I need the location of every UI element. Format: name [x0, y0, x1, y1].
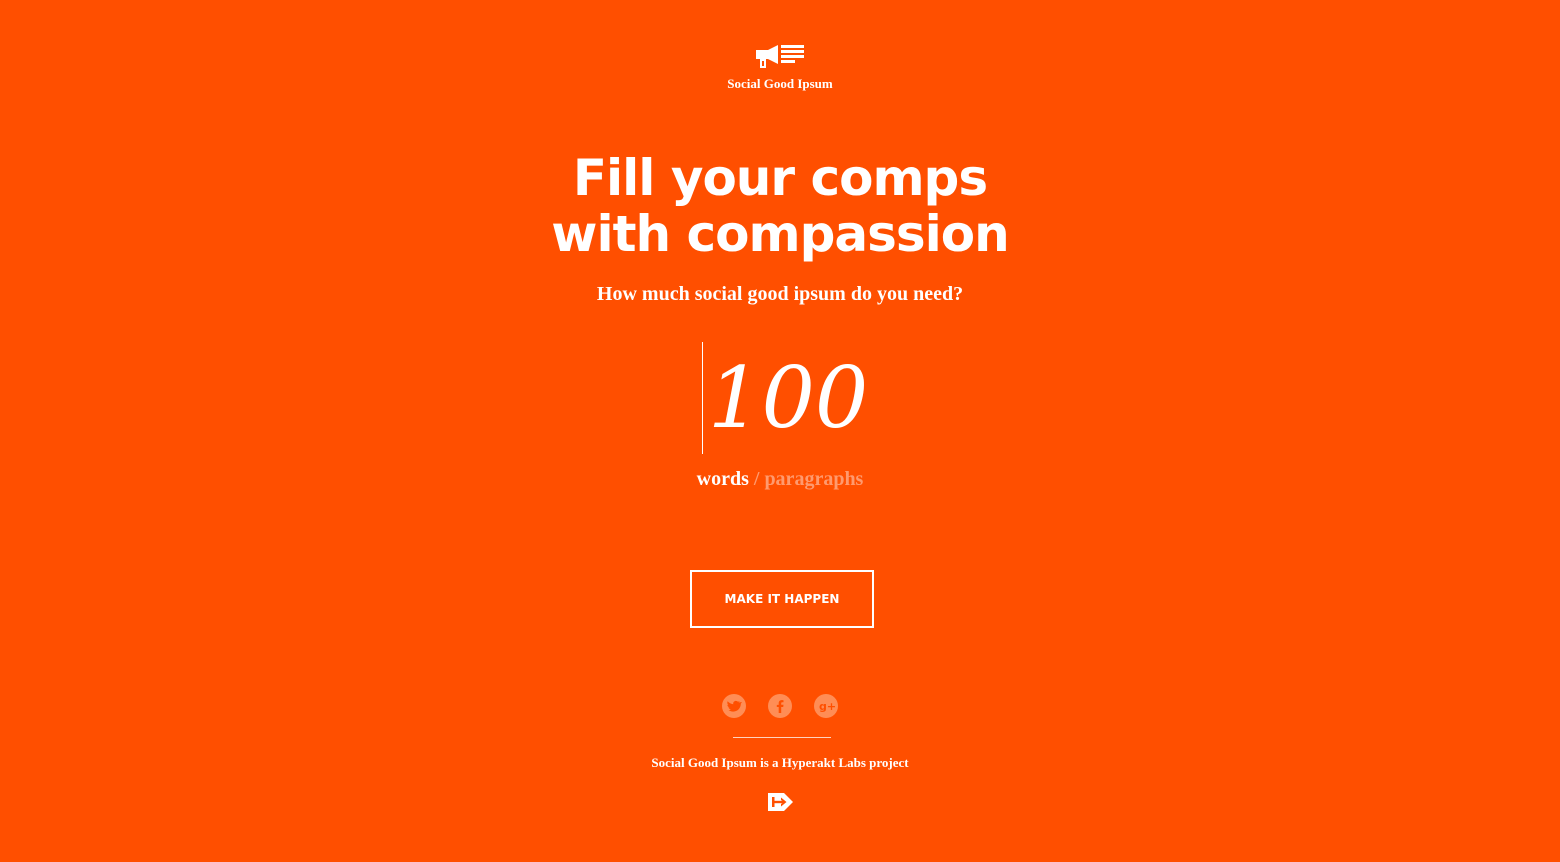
headline-line-2: with compassion [551, 205, 1009, 263]
unit-separator: / [748, 468, 765, 490]
page-headline: Fill your comps with compassion [0, 150, 1560, 262]
social-links: g+ [0, 694, 1560, 718]
count-input[interactable]: 100 [702, 340, 868, 456]
count-value: 100 [708, 349, 869, 447]
site-logo[interactable]: Social Good Ipsum [0, 42, 1560, 92]
svg-text:g+: g+ [819, 700, 836, 713]
facebook-icon[interactable] [768, 694, 792, 718]
unit-toggle: words / paragraphs [0, 468, 1560, 491]
unit-option-paragraphs[interactable]: paragraphs [764, 468, 863, 490]
google-plus-icon[interactable]: g+ [814, 694, 838, 718]
footer-credit: Social Good Ipsum is a Hyperakt Labs pro… [651, 755, 909, 770]
footer-divider [733, 737, 831, 738]
site-name: Social Good Ipsum [727, 76, 833, 91]
unit-option-words[interactable]: words [697, 468, 749, 490]
make-it-happen-button[interactable]: MAKE IT HAPPEN [690, 570, 874, 628]
text-caret [702, 342, 703, 454]
hyperakt-logo-icon[interactable] [767, 791, 795, 813]
count-field-wrapper: 100 [0, 340, 1560, 456]
page-subheading: How much social good ipsum do you need? [596, 283, 964, 305]
twitter-icon[interactable] [722, 694, 746, 718]
headline-line-1: Fill your comps [572, 149, 988, 207]
megaphone-document-icon [756, 45, 804, 68]
